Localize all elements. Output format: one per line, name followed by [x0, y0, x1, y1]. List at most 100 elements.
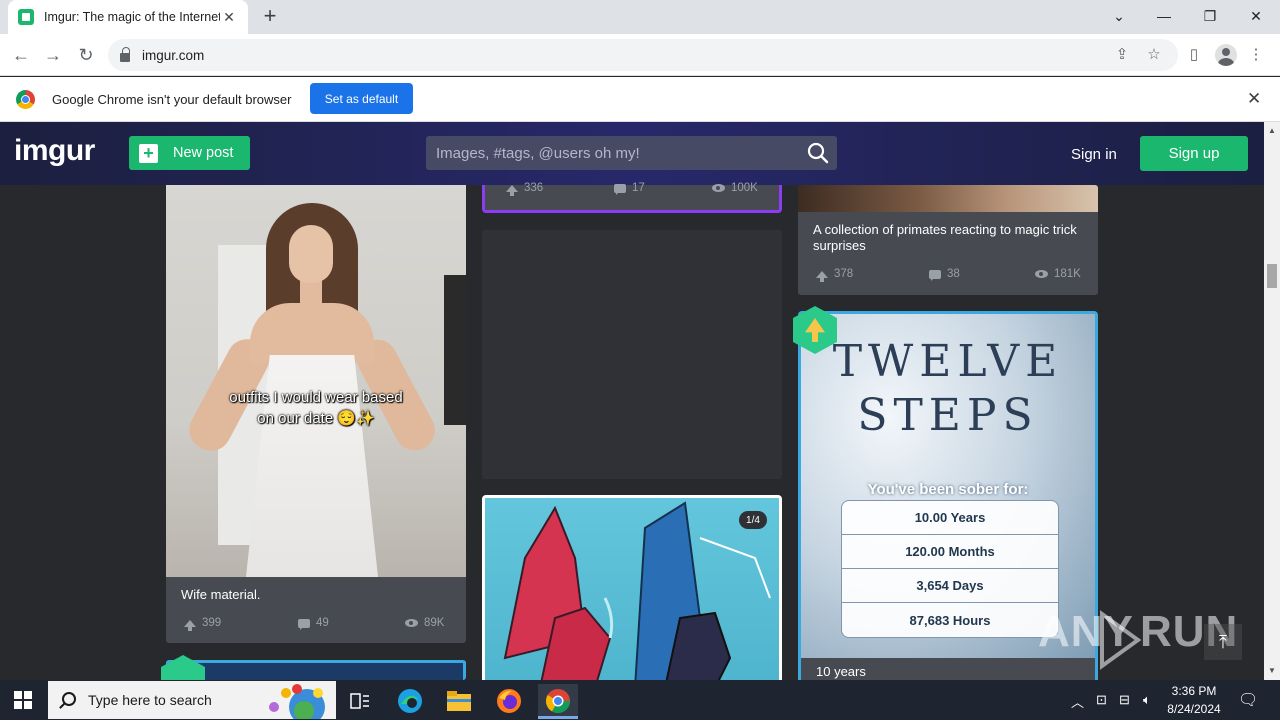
close-window-button[interactable]: ✕ [1238, 2, 1274, 30]
gallery-count-badge: 1/4 [739, 511, 767, 529]
edge-browser-icon[interactable] [390, 684, 430, 718]
sign-in-link[interactable]: Sign in [1071, 146, 1117, 163]
image-caption-line: outfits I would wear based [229, 389, 403, 406]
plus-icon: + [139, 143, 158, 163]
tray-device-icon[interactable]: ⊡ [1096, 692, 1107, 708]
notification-icon[interactable]: 🗨︎ [1238, 690, 1258, 710]
image-title-line: STEPS [857, 390, 1039, 441]
clock-date[interactable]: 8/24/2024 [1164, 702, 1224, 716]
post-card-partial[interactable] [166, 660, 466, 680]
menu-kebab-icon[interactable]: ⋮ [1245, 44, 1267, 66]
bookmark-star-icon[interactable]: ☆ [1143, 44, 1165, 66]
view-value: 89K [424, 617, 445, 629]
post-title[interactable]: Wife material. [181, 587, 260, 603]
upvote-count[interactable]: 378 [816, 268, 854, 282]
comment-count: 49 [298, 617, 329, 630]
post-card-dragons[interactable] [482, 495, 782, 685]
watermark-play-icon [1100, 610, 1142, 670]
tab-search-button[interactable]: ⌄ [1101, 2, 1137, 30]
volume-icon[interactable]: 🔈︎ [1143, 692, 1151, 708]
comment-icon [929, 269, 941, 281]
imgur-favicon-icon [18, 9, 34, 25]
search-highlight-icon [269, 684, 325, 719]
address-bar[interactable]: imgur.com [108, 39, 1178, 71]
upvote-count[interactable]: 336 [506, 182, 544, 196]
sobriety-row: 120.00 Months [842, 535, 1058, 569]
tray-chevron-icon[interactable]: ︿ [1071, 692, 1084, 711]
back-to-top-button[interactable]: ⤒ [1204, 624, 1242, 660]
post-card-loading[interactable] [482, 230, 782, 479]
image-subtitle: You've been sober for: [867, 481, 1029, 498]
task-view-icon[interactable] [340, 684, 380, 718]
search-input[interactable] [436, 144, 796, 162]
view-value: 181K [1054, 268, 1081, 280]
tab-imgur[interactable]: Imgur: The magic of the Internet ✕ [8, 0, 248, 34]
post-title[interactable]: A collection of primates reacting to mag… [813, 222, 1083, 254]
firefox-icon[interactable] [489, 684, 529, 718]
eye-icon [712, 184, 725, 192]
figure-neck [300, 279, 322, 309]
taskbar-search-placeholder: Type here to search [88, 692, 212, 708]
post-image [798, 185, 1098, 212]
sign-up-button[interactable]: Sign up [1140, 136, 1248, 171]
view-count: 89K [405, 617, 444, 629]
post-image[interactable]: outfits I would wear based on our date 😌… [166, 185, 466, 577]
upvote-value: 399 [202, 617, 222, 629]
upvote-value: 378 [834, 268, 854, 280]
restore-button[interactable]: ❐ [1192, 2, 1228, 30]
sobriety-row: 87,683 Hours [909, 612, 991, 628]
tab-close-icon[interactable]: ✕ [220, 9, 238, 26]
search-bar [426, 136, 837, 170]
post-title[interactable]: 10 years [816, 664, 866, 680]
set-as-default-button[interactable]: Set as default [310, 83, 413, 114]
search-icon[interactable] [807, 142, 829, 164]
forward-arrow-icon[interactable]: → [40, 42, 66, 68]
comment-icon [614, 183, 626, 195]
new-post-button[interactable]: + New post [129, 136, 250, 170]
comment-count: 17 [614, 182, 645, 195]
new-post-label: New post [173, 145, 234, 161]
sobriety-row: 10.00 Years [842, 501, 1058, 535]
post-footer: 10 years [801, 658, 1095, 680]
figure-face [289, 225, 333, 283]
share-icon[interactable]: ⇪ [1111, 44, 1133, 66]
network-icon[interactable]: ⊟ [1119, 692, 1130, 708]
comment-count: 38 [929, 268, 960, 281]
page-scrollbar[interactable]: ▲ ▼ [1264, 122, 1280, 680]
upvote-icon [184, 619, 196, 631]
search-icon [62, 692, 76, 706]
browser-toolbar: ← → ↻ imgur.com ⇪ ☆ ▯ ⋮ [0, 34, 1280, 76]
scroll-down-icon[interactable]: ▼ [1268, 666, 1276, 675]
chrome-taskbar-icon[interactable] [538, 684, 578, 718]
eye-icon [1035, 270, 1048, 278]
view-count: 181K [1035, 268, 1081, 280]
file-explorer-icon[interactable] [439, 684, 479, 718]
scroll-up-icon[interactable]: ▲ [1268, 126, 1276, 135]
reload-icon[interactable]: ↻ [73, 42, 99, 68]
comment-value: 38 [947, 268, 960, 280]
back-arrow-icon[interactable]: ← [8, 42, 34, 68]
upvote-count[interactable]: 399 [184, 617, 222, 631]
lock-icon [120, 46, 130, 62]
minimize-button[interactable]: — [1146, 2, 1182, 30]
comment-value: 17 [632, 182, 645, 194]
scrollbar-thumb[interactable] [1267, 264, 1277, 288]
imgur-logo[interactable]: imgur [14, 134, 95, 168]
side-panel-icon[interactable]: ▯ [1183, 44, 1205, 66]
browser-tab-strip: Imgur: The magic of the Internet ✕ + ⌄ —… [0, 0, 1280, 34]
infobar-close-icon[interactable]: ✕ [1247, 89, 1261, 109]
figure-shoulders [250, 303, 374, 363]
profile-avatar-icon[interactable] [1215, 44, 1237, 66]
upvote-value: 336 [524, 182, 544, 194]
active-app-indicator [538, 716, 578, 719]
clock-time[interactable]: 3:36 PM [1166, 684, 1222, 698]
view-count: 100K [712, 182, 758, 194]
image-caption-line: on our date 😌✨ [257, 410, 375, 427]
comment-value: 49 [316, 617, 329, 629]
infobar-message: Google Chrome isn't your default browser [52, 92, 292, 107]
image-title-line: TWELVE [832, 336, 1064, 387]
default-browser-infobar: Google Chrome isn't your default browser [0, 77, 1280, 122]
new-tab-button[interactable]: + [258, 5, 282, 29]
upvote-icon [816, 270, 828, 282]
windows-start-icon[interactable] [14, 691, 32, 709]
